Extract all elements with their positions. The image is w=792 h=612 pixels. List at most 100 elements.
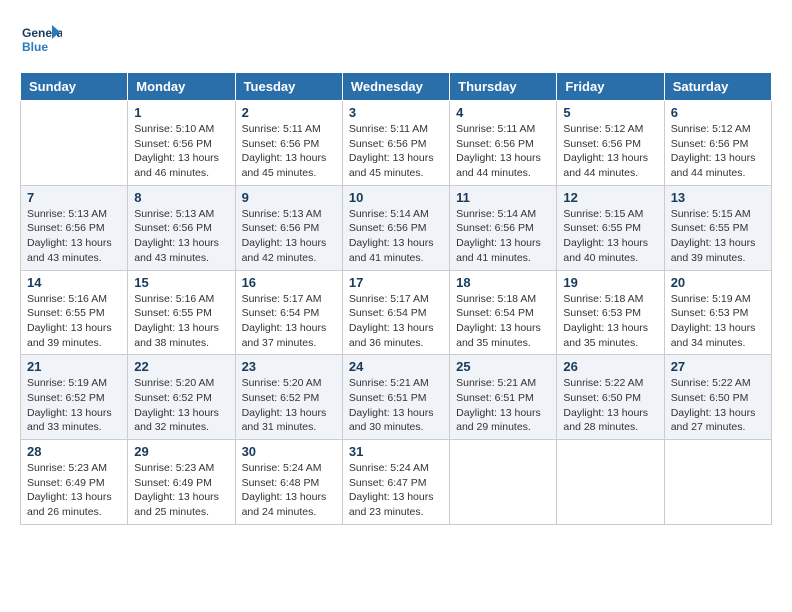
day-cell: 31 Sunrise: 5:24 AMSunset: 6:47 PMDayligh…	[342, 440, 449, 525]
day-info: Sunrise: 5:16 AMSunset: 6:55 PMDaylight:…	[134, 292, 228, 351]
logo: General Blue	[20, 20, 62, 62]
day-number: 20	[671, 275, 765, 290]
day-number: 5	[563, 105, 657, 120]
day-number: 28	[27, 444, 121, 459]
week-row-1: 1 Sunrise: 5:10 AMSunset: 6:56 PMDaylight…	[21, 101, 772, 186]
day-number: 15	[134, 275, 228, 290]
day-cell	[450, 440, 557, 525]
day-info: Sunrise: 5:21 AMSunset: 6:51 PMDaylight:…	[456, 376, 550, 435]
day-cell: 9Sunrise: 5:13 AMSunset: 6:56 PMDaylight…	[235, 185, 342, 270]
day-number: 1	[134, 105, 228, 120]
day-info: Sunrise: 5:19 AMSunset: 6:52 PMDaylight:…	[27, 376, 121, 435]
day-cell: 27 Sunrise: 5:22 AMSunset: 6:50 PMDayligh…	[664, 355, 771, 440]
day-number: 21	[27, 359, 121, 374]
col-header-wednesday: Wednesday	[342, 73, 449, 101]
day-info: Sunrise: 5:13 AMSunset: 6:56 PMDaylight:…	[27, 207, 121, 266]
day-cell	[21, 101, 128, 186]
day-cell: 11 Sunrise: 5:14 AMSunset: 6:56 PMDayligh…	[450, 185, 557, 270]
day-info: Sunrise: 5:14 AMSunset: 6:56 PMDaylight:…	[349, 207, 443, 266]
day-number: 25	[456, 359, 550, 374]
col-header-friday: Friday	[557, 73, 664, 101]
day-info: Sunrise: 5:15 AMSunset: 6:55 PMDaylight:…	[563, 207, 657, 266]
col-header-thursday: Thursday	[450, 73, 557, 101]
day-info: Sunrise: 5:17 AMSunset: 6:54 PMDaylight:…	[349, 292, 443, 351]
day-number: 3	[349, 105, 443, 120]
calendar: SundayMondayTuesdayWednesdayThursdayFrid…	[20, 72, 772, 525]
day-number: 11	[456, 190, 550, 205]
week-row-5: 28 Sunrise: 5:23 AMSunset: 6:49 PMDayligh…	[21, 440, 772, 525]
day-cell: 14Sunrise: 5:16 AMSunset: 6:55 PMDayligh…	[21, 270, 128, 355]
day-info: Sunrise: 5:11 AMSunset: 6:56 PMDaylight:…	[456, 122, 550, 181]
day-info: Sunrise: 5:17 AMSunset: 6:54 PMDaylight:…	[242, 292, 336, 351]
day-number: 13	[671, 190, 765, 205]
day-number: 16	[242, 275, 336, 290]
day-cell: 5 Sunrise: 5:12 AMSunset: 6:56 PMDaylight…	[557, 101, 664, 186]
day-number: 12	[563, 190, 657, 205]
day-cell: 26 Sunrise: 5:22 AMSunset: 6:50 PMDayligh…	[557, 355, 664, 440]
col-header-monday: Monday	[128, 73, 235, 101]
day-cell: 16 Sunrise: 5:17 AMSunset: 6:54 PMDayligh…	[235, 270, 342, 355]
day-cell: 15 Sunrise: 5:16 AMSunset: 6:55 PMDayligh…	[128, 270, 235, 355]
day-info: Sunrise: 5:12 AMSunset: 6:56 PMDaylight:…	[563, 122, 657, 181]
day-info: Sunrise: 5:24 AMSunset: 6:48 PMDaylight:…	[242, 461, 336, 520]
day-info: Sunrise: 5:23 AMSunset: 6:49 PMDaylight:…	[134, 461, 228, 520]
day-info: Sunrise: 5:22 AMSunset: 6:50 PMDaylight:…	[563, 376, 657, 435]
day-info: Sunrise: 5:24 AMSunset: 6:47 PMDaylight:…	[349, 461, 443, 520]
day-number: 18	[456, 275, 550, 290]
day-number: 10	[349, 190, 443, 205]
day-number: 17	[349, 275, 443, 290]
day-number: 8	[134, 190, 228, 205]
day-number: 31	[349, 444, 443, 459]
day-cell: 22Sunrise: 5:20 AMSunset: 6:52 PMDayligh…	[128, 355, 235, 440]
day-info: Sunrise: 5:14 AMSunset: 6:56 PMDaylight:…	[456, 207, 550, 266]
day-info: Sunrise: 5:19 AMSunset: 6:53 PMDaylight:…	[671, 292, 765, 351]
day-cell: 19Sunrise: 5:18 AMSunset: 6:53 PMDayligh…	[557, 270, 664, 355]
day-number: 2	[242, 105, 336, 120]
day-cell: 7 Sunrise: 5:13 AMSunset: 6:56 PMDaylight…	[21, 185, 128, 270]
day-number: 27	[671, 359, 765, 374]
header-row: SundayMondayTuesdayWednesdayThursdayFrid…	[21, 73, 772, 101]
col-header-tuesday: Tuesday	[235, 73, 342, 101]
col-header-sunday: Sunday	[21, 73, 128, 101]
day-number: 26	[563, 359, 657, 374]
logo-svg: General Blue	[20, 20, 62, 62]
week-row-4: 21 Sunrise: 5:19 AMSunset: 6:52 PMDayligh…	[21, 355, 772, 440]
day-info: Sunrise: 5:15 AMSunset: 6:55 PMDaylight:…	[671, 207, 765, 266]
day-cell	[557, 440, 664, 525]
day-cell: 3 Sunrise: 5:11 AMSunset: 6:56 PMDaylight…	[342, 101, 449, 186]
day-cell: 20 Sunrise: 5:19 AMSunset: 6:53 PMDayligh…	[664, 270, 771, 355]
day-number: 30	[242, 444, 336, 459]
day-number: 19	[563, 275, 657, 290]
day-cell: 13 Sunrise: 5:15 AMSunset: 6:55 PMDayligh…	[664, 185, 771, 270]
day-info: Sunrise: 5:12 AMSunset: 6:56 PMDaylight:…	[671, 122, 765, 181]
day-cell: 29 Sunrise: 5:23 AMSunset: 6:49 PMDayligh…	[128, 440, 235, 525]
day-number: 6	[671, 105, 765, 120]
header: General Blue	[20, 20, 772, 62]
day-cell	[664, 440, 771, 525]
day-number: 24	[349, 359, 443, 374]
day-cell: 21 Sunrise: 5:19 AMSunset: 6:52 PMDayligh…	[21, 355, 128, 440]
day-info: Sunrise: 5:22 AMSunset: 6:50 PMDaylight:…	[671, 376, 765, 435]
day-cell: 10 Sunrise: 5:14 AMSunset: 6:56 PMDayligh…	[342, 185, 449, 270]
day-cell: 28Sunrise: 5:23 AMSunset: 6:49 PMDayligh…	[21, 440, 128, 525]
day-cell: 24Sunrise: 5:21 AMSunset: 6:51 PMDayligh…	[342, 355, 449, 440]
day-number: 4	[456, 105, 550, 120]
day-info: Sunrise: 5:18 AMSunset: 6:54 PMDaylight:…	[456, 292, 550, 351]
day-info: Sunrise: 5:10 AMSunset: 6:56 PMDaylight:…	[134, 122, 228, 181]
day-info: Sunrise: 5:16 AMSunset: 6:55 PMDaylight:…	[27, 292, 121, 351]
day-cell: 23Sunrise: 5:20 AMSunset: 6:52 PMDayligh…	[235, 355, 342, 440]
day-number: 7	[27, 190, 121, 205]
week-row-3: 14Sunrise: 5:16 AMSunset: 6:55 PMDayligh…	[21, 270, 772, 355]
day-cell: 4 Sunrise: 5:11 AMSunset: 6:56 PMDaylight…	[450, 101, 557, 186]
day-cell: 25 Sunrise: 5:21 AMSunset: 6:51 PMDayligh…	[450, 355, 557, 440]
col-header-saturday: Saturday	[664, 73, 771, 101]
day-number: 29	[134, 444, 228, 459]
day-number: 23	[242, 359, 336, 374]
day-info: Sunrise: 5:11 AMSunset: 6:56 PMDaylight:…	[349, 122, 443, 181]
day-info: Sunrise: 5:11 AMSunset: 6:56 PMDaylight:…	[242, 122, 336, 181]
day-number: 22	[134, 359, 228, 374]
day-cell: 12 Sunrise: 5:15 AMSunset: 6:55 PMDayligh…	[557, 185, 664, 270]
day-cell: 2 Sunrise: 5:11 AMSunset: 6:56 PMDaylight…	[235, 101, 342, 186]
day-cell: 8Sunrise: 5:13 AMSunset: 6:56 PMDaylight…	[128, 185, 235, 270]
day-cell: 30 Sunrise: 5:24 AMSunset: 6:48 PMDayligh…	[235, 440, 342, 525]
